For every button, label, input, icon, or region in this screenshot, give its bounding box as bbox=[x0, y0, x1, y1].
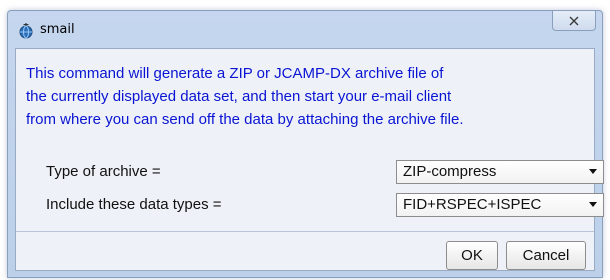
cancel-button[interactable]: Cancel bbox=[506, 241, 586, 270]
dropdown-arrow-icon bbox=[589, 202, 597, 207]
data-types-label: Include these data types = bbox=[46, 196, 222, 213]
dropdown-arrow-icon bbox=[589, 169, 597, 174]
ok-button[interactable]: OK bbox=[446, 241, 498, 270]
close-icon bbox=[568, 11, 580, 30]
dialog-content: This command will generate a ZIP or JCAM… bbox=[15, 48, 604, 271]
title-bar[interactable]: smail bbox=[8, 11, 602, 49]
message-line: from where you can send off the data by … bbox=[26, 111, 464, 128]
button-separator bbox=[16, 231, 594, 232]
archive-type-select[interactable]: ZIP-compress bbox=[396, 160, 604, 184]
message-line: This command will generate a ZIP or JCAM… bbox=[26, 65, 444, 82]
window-title: smail bbox=[40, 22, 75, 37]
close-button[interactable] bbox=[552, 11, 596, 31]
archive-type-label: Type of archive = bbox=[46, 163, 161, 180]
data-types-select[interactable]: FID+RSPEC+ISPEC bbox=[396, 193, 604, 217]
archive-type-value: ZIP-compress bbox=[403, 163, 497, 180]
message-line: the currently displayed data set, and th… bbox=[26, 88, 452, 105]
dialog-window: smail This command will generate a ZIP o… bbox=[7, 10, 604, 278]
globe-icon bbox=[17, 22, 35, 40]
data-types-value: FID+RSPEC+ISPEC bbox=[403, 196, 542, 213]
info-message: This command will generate a ZIP or JCAM… bbox=[26, 62, 592, 131]
